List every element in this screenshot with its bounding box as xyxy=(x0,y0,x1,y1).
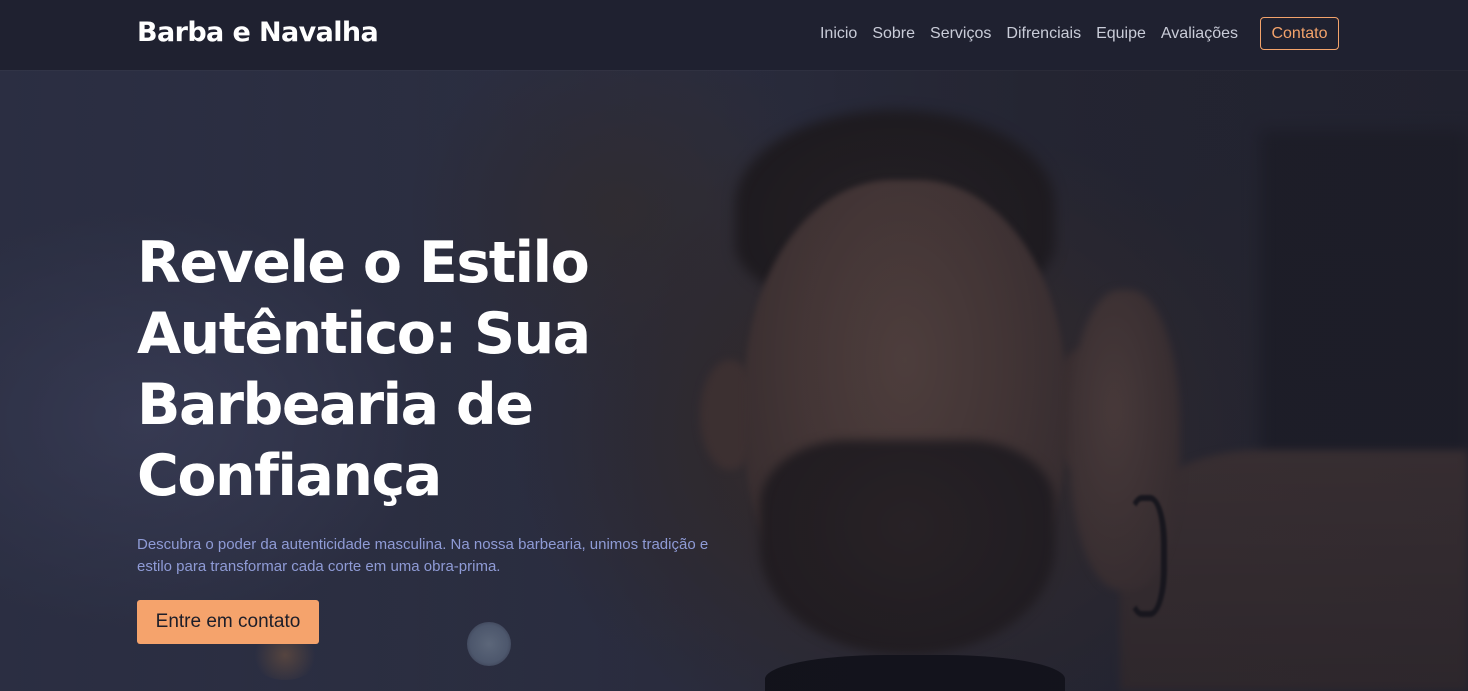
site-header: Barba e Navalha Inicio Sobre Serviços Di… xyxy=(0,0,1468,70)
nav-link-avaliacoes[interactable]: Avaliações xyxy=(1161,25,1238,43)
nav-link-inicio[interactable]: Inicio xyxy=(820,25,857,43)
brand-logo[interactable]: Barba e Navalha xyxy=(137,17,379,48)
hero-section: Revele o Estilo Autêntico: Sua Barbearia… xyxy=(137,228,737,644)
nav-link-servicos[interactable]: Serviços xyxy=(930,25,991,43)
main-nav: Inicio Sobre Serviços Difrenciais Equipe… xyxy=(820,25,1238,43)
landing-page: Barba e Navalha Inicio Sobre Serviços Di… xyxy=(0,0,1468,691)
cta-contact-button[interactable]: Entre em contato xyxy=(137,600,319,644)
hero-subtitle: Descubra o poder da autenticidade mascul… xyxy=(137,536,709,575)
nav-link-diferenciais[interactable]: Difrenciais xyxy=(1006,25,1081,43)
hero-headline: Revele o Estilo Autêntico: Sua Barbearia… xyxy=(137,230,591,509)
nav-link-sobre[interactable]: Sobre xyxy=(872,25,915,43)
nav-link-equipe[interactable]: Equipe xyxy=(1096,25,1146,43)
contact-button[interactable]: Contato xyxy=(1260,17,1339,50)
